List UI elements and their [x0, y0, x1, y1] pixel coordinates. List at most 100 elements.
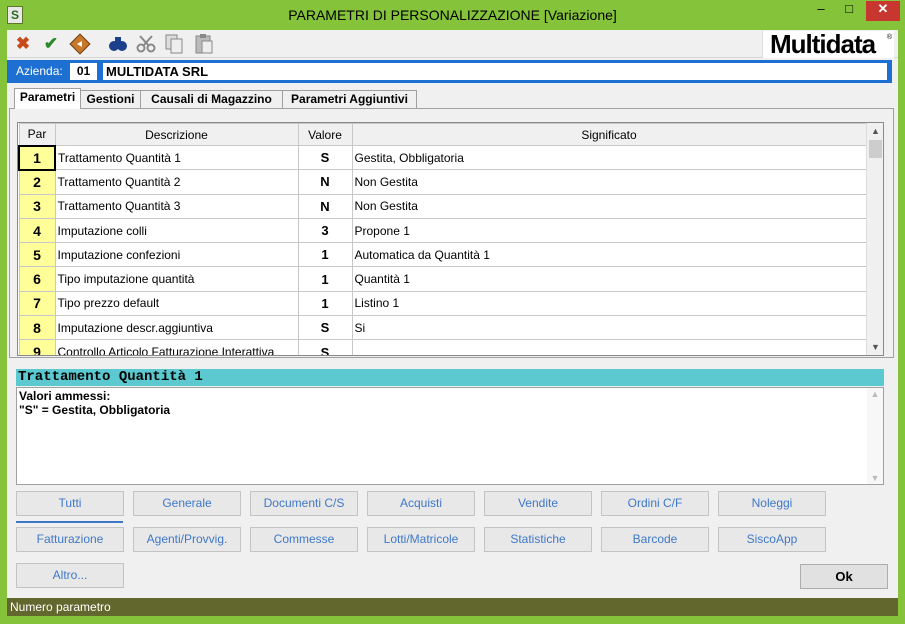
azienda-code-field: 01: [70, 63, 97, 80]
detail-scrollbar[interactable]: ▲ ▼: [867, 388, 883, 484]
col-valore[interactable]: Valore: [297, 123, 353, 146]
cell-par[interactable]: 5: [18, 242, 56, 268]
cell-par[interactable]: 1: [18, 144, 56, 171]
cell-valore[interactable]: N: [297, 193, 353, 219]
parameter-detail-box: Valori ammessi: "S" = Gestita, Obbligato…: [16, 387, 884, 485]
cell-valore[interactable]: 1: [297, 266, 353, 292]
cell-significato[interactable]: [351, 339, 867, 355]
cell-descrizione[interactable]: Trattamento Quantità 1: [54, 144, 299, 171]
cell-par[interactable]: 4: [18, 217, 56, 244]
filter-button-ordini-cf[interactable]: Ordini C/F: [601, 491, 709, 516]
detail-line-2: "S" = Gestita, Obbligatoria: [19, 403, 171, 417]
detail-line-1: Valori ammessi:: [19, 389, 111, 403]
search-icon[interactable]: [107, 33, 129, 55]
app-window: S PARAMETRI DI PERSONALIZZAZIONE [Variaz…: [0, 0, 905, 624]
tab-causali-di-magazzino[interactable]: Causali di Magazzino: [140, 90, 283, 109]
parameters-grid[interactable]: Par Descrizione Valore Significato 1 Trat…: [17, 122, 884, 356]
filter-button-acquisti[interactable]: Acquisti: [367, 491, 475, 516]
filter-button-lotti-matricole[interactable]: Lotti/Matricole: [367, 527, 475, 552]
cell-valore[interactable]: 3: [297, 217, 353, 244]
cell-par[interactable]: 3: [18, 193, 56, 219]
confirm-icon[interactable]: ✔: [40, 33, 62, 55]
col-par[interactable]: Par: [18, 123, 56, 146]
filter-button-generale[interactable]: Generale: [133, 491, 241, 516]
cell-valore[interactable]: S: [297, 339, 353, 355]
tab-parametri[interactable]: Parametri: [14, 88, 81, 109]
cell-significato[interactable]: Propone 1: [351, 217, 867, 244]
table-row[interactable]: 6 Tipo imputazione quantità 1 Quantità 1: [18, 266, 867, 292]
cell-significato[interactable]: Non Gestita: [351, 169, 867, 195]
cell-par[interactable]: 9: [18, 339, 56, 355]
table-row[interactable]: 3 Trattamento Quantità 3 N Non Gestita: [18, 193, 867, 219]
table-row[interactable]: 7 Tipo prezzo default 1 Listino 1: [18, 290, 867, 317]
col-descrizione[interactable]: Descrizione: [54, 123, 299, 146]
cell-descrizione[interactable]: Tipo prezzo default: [54, 290, 299, 317]
cell-valore[interactable]: N: [297, 169, 353, 195]
table-row[interactable]: 8 Imputazione descr.aggiuntiva S Si: [18, 315, 867, 341]
filter-button-commesse[interactable]: Commesse: [250, 527, 358, 552]
cell-valore[interactable]: 1: [297, 290, 353, 317]
filter-button-tutti[interactable]: Tutti: [16, 491, 124, 516]
filter-button-statistiche[interactable]: Statistiche: [484, 527, 592, 552]
scroll-down-icon[interactable]: ▼: [867, 339, 883, 355]
grid-scrollbar[interactable]: ▲ ▼: [866, 123, 883, 355]
logo-text: Multidata: [770, 29, 876, 59]
filter-button-siscoapp[interactable]: SiscoApp: [718, 527, 826, 552]
copy-icon[interactable]: [163, 33, 185, 55]
tab-parametri-aggiuntivi[interactable]: Parametri Aggiuntivi: [282, 90, 417, 109]
close-button[interactable]: ✕: [866, 1, 900, 21]
cell-descrizione[interactable]: Imputazione colli: [54, 217, 299, 244]
table-row[interactable]: 1 Trattamento Quantità 1 S Gestita, Obbliga…: [18, 144, 867, 171]
cell-par[interactable]: 7: [18, 290, 56, 317]
azienda-bar: Azienda: 01 MULTIDATA SRL: [7, 60, 892, 83]
cell-significato[interactable]: Si: [351, 315, 867, 341]
cell-par[interactable]: 2: [18, 169, 56, 195]
cell-valore[interactable]: 1: [297, 242, 353, 268]
client-area: ✖ ✔ Multidata ® Azienda: 01 MULTIDATA SR…: [7, 30, 898, 616]
table-row[interactable]: 5 Imputazione confezioni 1 Automatica da Qu…: [18, 242, 867, 268]
cell-significato[interactable]: Automatica da Quantità 1: [351, 242, 867, 268]
ok-button[interactable]: Ok: [800, 564, 888, 589]
table-row[interactable]: 9 Controllo Articolo Fatturazione Interat…: [18, 339, 867, 355]
title-bar[interactable]: S PARAMETRI DI PERSONALIZZAZIONE [Variaz…: [0, 0, 905, 30]
filter-button-fatturazione[interactable]: Fatturazione: [16, 527, 124, 552]
cell-descrizione[interactable]: Trattamento Quantità 3: [54, 193, 299, 219]
cell-descrizione[interactable]: Controllo Articolo Fatturazione Interatt…: [54, 339, 299, 355]
cell-significato[interactable]: Gestita, Obbligatoria: [351, 144, 867, 171]
cut-icon[interactable]: [135, 33, 157, 55]
cancel-icon[interactable]: ✖: [12, 33, 34, 55]
table-row[interactable]: 2 Trattamento Quantità 2 N Non Gestita: [18, 169, 867, 195]
cell-significato[interactable]: Quantità 1: [351, 266, 867, 292]
scroll-up-icon[interactable]: ▲: [867, 123, 883, 139]
filter-button-altro[interactable]: Altro...: [16, 563, 124, 588]
filter-button-agenti-provvig[interactable]: Agenti/Provvig.: [133, 527, 241, 552]
cell-descrizione[interactable]: Tipo imputazione quantità: [54, 266, 299, 292]
scroll-up-icon[interactable]: ▲: [867, 389, 883, 399]
cell-valore[interactable]: S: [297, 315, 353, 341]
col-significato[interactable]: Significato: [351, 123, 867, 146]
cell-par[interactable]: 8: [18, 315, 56, 341]
minimize-button[interactable]: –: [808, 1, 834, 21]
toolbar: ✖ ✔ Multidata ®: [7, 30, 898, 58]
tab-panel: Par Descrizione Valore Significato 1 Trat…: [9, 108, 894, 358]
table-row[interactable]: 4 Imputazione colli 3 Propone 1: [18, 217, 867, 244]
paste-icon[interactable]: [193, 33, 215, 55]
filter-button-documenti-cs[interactable]: Documenti C/S: [250, 491, 358, 516]
undo-icon[interactable]: [69, 33, 91, 55]
tab-gestioni[interactable]: Gestioni: [80, 90, 141, 109]
filter-button-noleggi[interactable]: Noleggi: [718, 491, 826, 516]
cell-valore[interactable]: S: [297, 144, 353, 171]
cell-descrizione[interactable]: Imputazione descr.aggiuntiva: [54, 315, 299, 341]
azienda-label: Azienda:: [16, 64, 63, 78]
scroll-down-icon[interactable]: ▼: [867, 473, 883, 483]
filter-button-barcode[interactable]: Barcode: [601, 527, 709, 552]
cell-descrizione[interactable]: Trattamento Quantità 2: [54, 169, 299, 195]
cell-par[interactable]: 6: [18, 266, 56, 292]
maximize-button[interactable]: □: [836, 1, 862, 21]
scroll-thumb[interactable]: [869, 140, 882, 158]
filter-button-vendite[interactable]: Vendite: [484, 491, 592, 516]
parameters-table: Par Descrizione Valore Significato 1 Trat…: [18, 123, 867, 355]
cell-significato[interactable]: Listino 1: [351, 290, 867, 317]
cell-descrizione[interactable]: Imputazione confezioni: [54, 242, 299, 268]
cell-significato[interactable]: Non Gestita: [351, 193, 867, 219]
